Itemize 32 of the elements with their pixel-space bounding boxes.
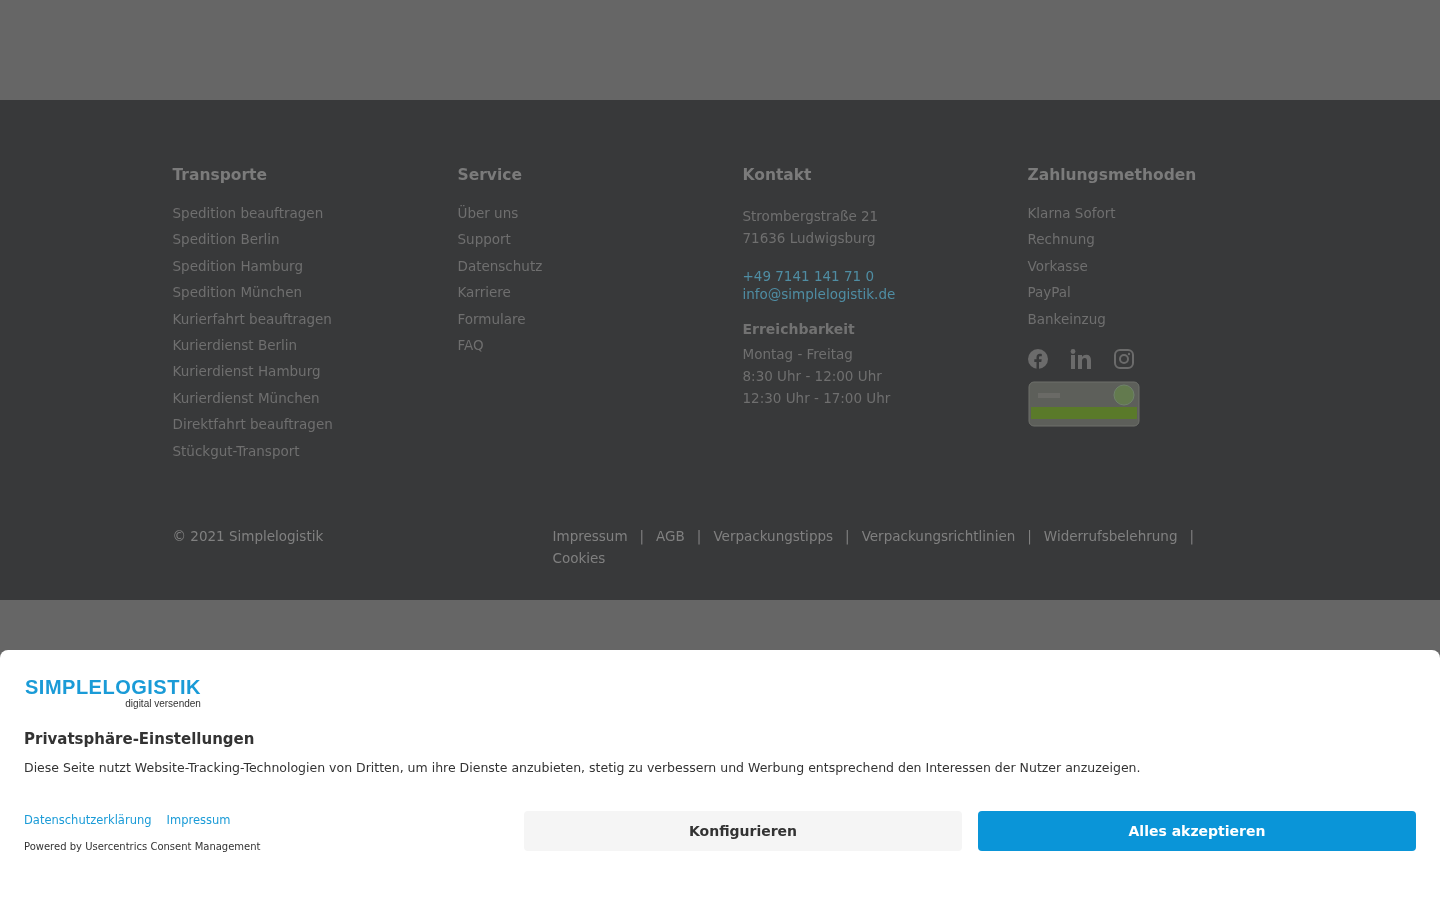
legal-link[interactable]: Widerrufsbelehrung bbox=[1043, 528, 1178, 544]
section-heading: Erreichbarkeit bbox=[742, 321, 855, 337]
dialog-text: Diese Seite nutzt Website-Tracking-Technologien von Dritten, um ihre Dienste anzubieten, stetig zu verbessern und Werbung entsprechend den Interessen der Nutzer anzuzeigen. bbox=[24, 760, 1142, 775]
configure-button[interactable]: Konfigurieren bbox=[524, 811, 962, 851]
legal-link[interactable]: Verpackungstipps bbox=[713, 528, 834, 544]
separator: | bbox=[1189, 528, 1195, 544]
column-heading: Transporte bbox=[172, 166, 268, 184]
legal-link[interactable]: Verpackungsrichtlinien bbox=[861, 528, 1016, 544]
accept-all-button[interactable]: Alles akzeptieren bbox=[978, 811, 1416, 851]
legal-link[interactable]: Impressum bbox=[552, 528, 628, 544]
trust-seal-icon[interactable] bbox=[1027, 380, 1140, 427]
column-heading: Zahlungsmethoden bbox=[1027, 166, 1197, 184]
powered-by-text: Powered by Usercentrics Consent Management bbox=[24, 841, 261, 852]
dialog-link[interactable]: Impressum bbox=[166, 813, 231, 827]
separator: | bbox=[696, 528, 702, 544]
separator: | bbox=[1027, 528, 1032, 544]
column-heading: Service bbox=[457, 166, 522, 184]
logo-wordmark: SIMPLELOGISTIK bbox=[25, 676, 201, 698]
dialog-title: Privatsphäre-Einstellungen bbox=[24, 730, 256, 748]
logo-tagline: digital versenden bbox=[125, 698, 201, 710]
dialog-link[interactable]: Datenschutzerklärung bbox=[24, 813, 152, 827]
copyright-text: © 2021 Simplelogistik bbox=[172, 528, 325, 546]
instagram-icon[interactable] bbox=[1113, 348, 1134, 369]
separator: | bbox=[639, 528, 645, 544]
contact-link[interactable]: info@simplelogistik.de bbox=[742, 285, 896, 303]
separator: | bbox=[845, 528, 850, 544]
contact-link[interactable]: +49 7141 141 71 0 bbox=[742, 267, 875, 285]
facebook-icon[interactable] bbox=[1027, 348, 1048, 369]
column-heading: Kontakt bbox=[742, 166, 812, 184]
legal-link[interactable]: Cookies bbox=[552, 550, 606, 566]
legal-link[interactable]: AGB bbox=[656, 528, 685, 544]
linkedin-icon[interactable] bbox=[1069, 348, 1092, 369]
